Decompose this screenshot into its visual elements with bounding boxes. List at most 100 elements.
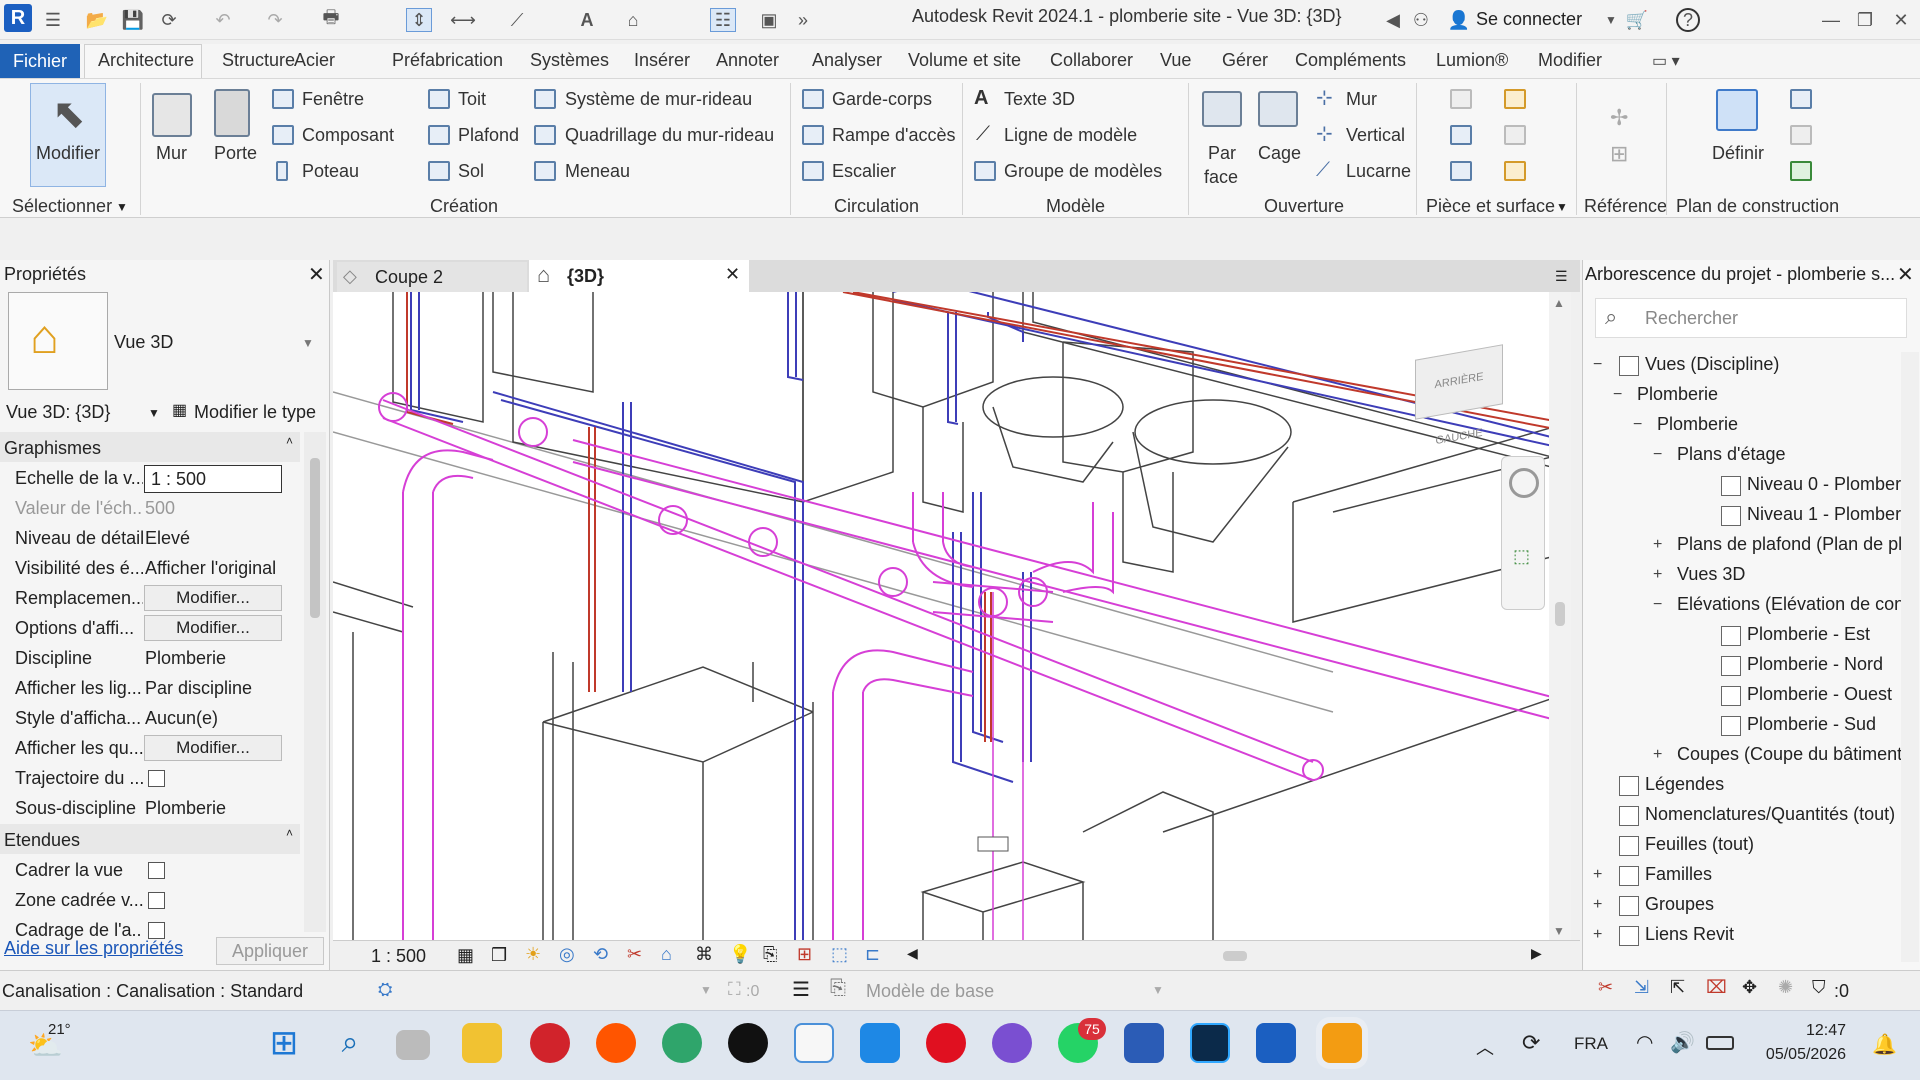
zoom-region-icon[interactable]: ⬚ <box>1513 546 1530 567</box>
close-icon[interactable]: ✕ <box>1897 262 1914 287</box>
tiktok-icon[interactable] <box>728 1023 768 1063</box>
text-icon[interactable]: A <box>574 8 600 32</box>
save-icon[interactable]: 💾 <box>120 8 146 32</box>
tabs-menu-icon[interactable]: ☰ <box>1555 268 1568 285</box>
tab-6[interactable]: Annoter <box>716 50 779 71</box>
text3d-icon[interactable]: A <box>974 87 988 110</box>
property-checkbox[interactable] <box>148 770 165 787</box>
scroll-down-icon[interactable]: ▼ <box>1553 924 1565 938</box>
tree-node[interactable]: Niveau 0 - Plomberie <box>1747 474 1915 495</box>
tab-3[interactable]: Préfabrication <box>392 50 503 71</box>
tab-1[interactable]: Structure <box>222 50 295 71</box>
railing-label[interactable]: Garde-corps <box>832 89 932 110</box>
collapse-icon[interactable]: − <box>1653 596 1662 614</box>
select-by-face-icon[interactable]: ⌧ <box>1706 977 1727 998</box>
select-panel-label[interactable]: Sélectionner <box>12 196 112 217</box>
close-icon[interactable]: ✕ <box>1888 8 1914 32</box>
measure-icon[interactable]: ⇕ <box>406 8 432 32</box>
chevron-down-icon[interactable]: ▼ <box>700 983 712 997</box>
component-icon[interactable] <box>272 125 294 145</box>
chevron-down-icon[interactable]: ▼ <box>1556 200 1568 214</box>
reveal-hidden-icon[interactable]: 💡 <box>729 944 751 965</box>
collapse-icon[interactable]: − <box>1613 386 1622 404</box>
expand-icon[interactable]: + <box>1653 746 1662 764</box>
tab-10[interactable]: Vue <box>1160 50 1191 71</box>
search-icon[interactable]: ⌕ <box>330 1023 370 1063</box>
roof-label[interactable]: Toit <box>458 89 486 110</box>
close-icon[interactable]: ✕ <box>725 264 740 285</box>
sync-icon[interactable]: ⟳ <box>156 8 182 32</box>
property-value[interactable]: Afficher l'original <box>145 558 276 579</box>
task-view-icon[interactable] <box>396 1030 430 1060</box>
scroll-left-icon[interactable]: ◀ <box>907 945 918 962</box>
property-value[interactable]: Elevé <box>145 528 190 549</box>
roof-icon[interactable] <box>428 89 450 109</box>
viewcube-face-back[interactable]: ARRIÈRE <box>1435 371 1484 392</box>
tab-12[interactable]: Compléments <box>1295 50 1406 71</box>
main-model-select[interactable]: Modèle de base <box>866 981 994 1002</box>
language-indicator[interactable]: FRA <box>1574 1034 1608 1054</box>
clock-time[interactable]: 12:47 <box>1776 1022 1846 1040</box>
other-app-icon[interactable] <box>1322 1023 1362 1063</box>
chevron-down-icon[interactable]: ▼ <box>148 406 160 420</box>
binoculars-icon[interactable]: ⚇ <box>1408 8 1434 32</box>
viewer-icon[interactable] <box>1790 161 1812 181</box>
vscode-icon[interactable] <box>860 1023 900 1063</box>
stair-label[interactable]: Escalier <box>832 161 896 182</box>
shaft-icon[interactable] <box>1258 91 1298 127</box>
maximize-icon[interactable]: ❐ <box>1852 8 1878 32</box>
edit-type-button[interactable]: Modifier le type <box>194 402 316 423</box>
railing-icon[interactable] <box>802 89 824 109</box>
notifications-icon[interactable]: 🔔 <box>1872 1032 1897 1057</box>
chevron-down-icon[interactable]: ▼ <box>1598 8 1624 32</box>
ceiling-label[interactable]: Plafond <box>458 125 519 146</box>
tree-node[interactable]: Liens Revit <box>1645 924 1734 945</box>
column-label[interactable]: Poteau <box>302 161 359 182</box>
property-value[interactable]: Plomberie <box>145 798 226 819</box>
grid-icon[interactable]: ⊞ <box>1610 141 1628 167</box>
ceiling-icon[interactable] <box>428 125 450 145</box>
ramp-icon[interactable] <box>802 125 824 145</box>
constraints-icon[interactable]: ⊏ <box>865 944 880 965</box>
op-wall-icon[interactable]: ⊹ <box>1316 85 1333 110</box>
search-box[interactable] <box>1595 298 1907 338</box>
edit-button[interactable]: Modifier... <box>144 615 282 641</box>
user-icon[interactable]: 👤 <box>1446 8 1472 32</box>
floor-icon[interactable] <box>428 161 450 181</box>
tree-node[interactable]: Vues (Discipline) <box>1645 354 1779 375</box>
revit-icon[interactable] <box>1256 1023 1296 1063</box>
reference-icon[interactable]: ✢ <box>1610 105 1628 131</box>
tree-node[interactable]: Niveau 1 - Plomberie <box>1747 504 1915 525</box>
expand-icon[interactable]: + <box>1653 566 1662 584</box>
tree-node[interactable]: Vues 3D <box>1677 564 1745 585</box>
define-label[interactable]: Définir <box>1712 143 1764 164</box>
soundcloud-icon[interactable] <box>596 1023 636 1063</box>
collapse-icon[interactable]: ˄ <box>286 826 293 840</box>
expand-icon[interactable]: + <box>1593 926 1602 944</box>
more-icon[interactable]: » <box>790 8 816 32</box>
collapse-icon[interactable]: − <box>1653 446 1662 464</box>
property-checkbox[interactable] <box>148 922 165 939</box>
browser-scrollbar[interactable] <box>1901 352 1919 962</box>
revit-logo-icon[interactable]: R <box>4 4 32 32</box>
text3d-label[interactable]: Texte 3D <box>1004 89 1075 110</box>
wall-icon[interactable] <box>152 93 192 137</box>
worksets-icon[interactable]: ⛭ <box>378 979 392 1000</box>
help-link[interactable]: Aide sur les propriétés <box>4 938 183 959</box>
tree-node[interactable]: Plomberie <box>1657 414 1738 435</box>
worksharing-icon[interactable]: ⎘ <box>763 944 777 965</box>
by-face-label-1[interactable]: Par <box>1208 143 1236 164</box>
show-plane-icon[interactable] <box>1790 89 1812 109</box>
tree-node[interactable]: Plans d'étage <box>1677 444 1786 465</box>
model-group-icon[interactable] <box>974 161 996 181</box>
photoshop-icon[interactable] <box>1190 1023 1230 1063</box>
tree-node[interactable]: Elévations (Elévation de const <box>1677 594 1918 615</box>
curtain-system-label[interactable]: Système de mur-rideau <box>565 89 752 110</box>
edge-icon[interactable] <box>662 1023 702 1063</box>
main-model-icon[interactable]: ⎘ <box>830 977 846 1000</box>
tree-node[interactable]: Plans de plafond (Plan de pla <box>1677 534 1912 555</box>
help-icon[interactable]: ? <box>1676 8 1700 32</box>
stair-icon[interactable] <box>802 161 824 181</box>
print-icon[interactable]: 🖶 <box>318 7 344 32</box>
tree-node[interactable]: Groupes <box>1645 894 1714 915</box>
